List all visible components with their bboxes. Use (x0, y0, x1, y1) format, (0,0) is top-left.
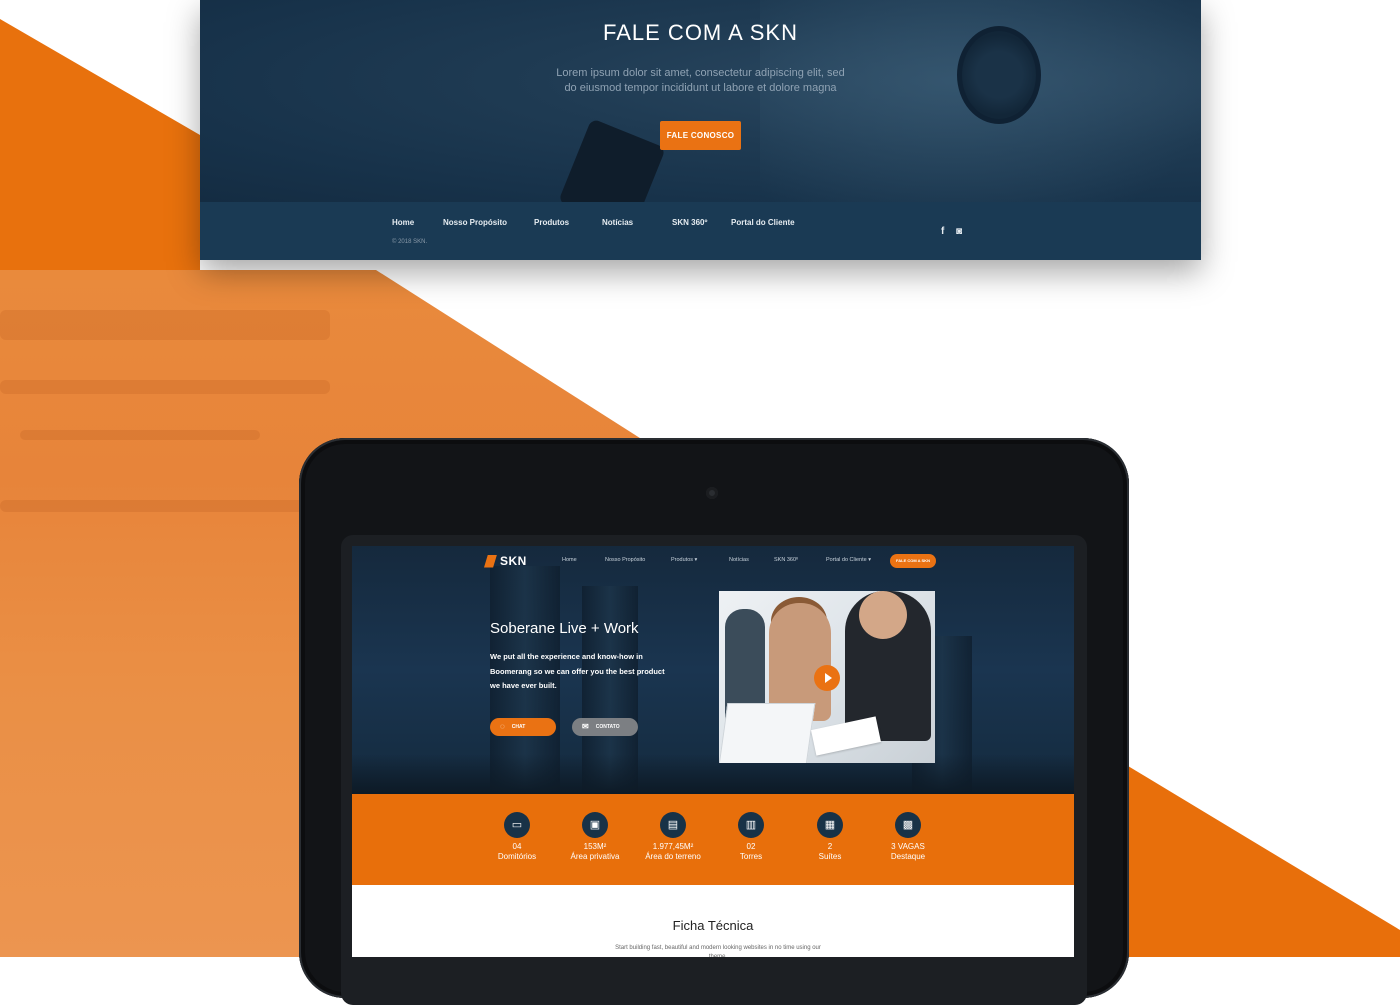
stat-value: 1.977,45M² (652, 842, 694, 851)
nav-proposito[interactable]: Nosso Propósito (605, 557, 645, 563)
top-site-mockup: FALE COM A SKN Lorem ipsum dolor sit ame… (200, 0, 1201, 260)
ficha-text: Start building fast, beautiful and moder… (615, 945, 821, 957)
stat-value: 04 (512, 842, 522, 851)
suite-icon: ▦ (817, 812, 843, 838)
site-footer: Home Nosso Propósito Produtos Notícias S… (200, 202, 1201, 260)
stat-label: Torres (739, 852, 763, 861)
tower-icon: ▥ (738, 812, 764, 838)
product-hero: SKN Home Nosso Propósito Produtos ▾ Notí… (352, 546, 1074, 794)
stat-label: Área do terreno (645, 852, 701, 861)
contact-lead: Lorem ipsum dolor sit amet, consectetur … (556, 67, 845, 94)
phone-graphic (558, 118, 666, 202)
copyright: © 2018 SKN. (392, 239, 428, 245)
nav-portal[interactable]: Portal do Cliente ▾ (826, 557, 871, 563)
skn-logo-mark-icon (484, 554, 497, 568)
land-icon: ▤ (660, 812, 686, 838)
nav-produtos[interactable]: Produtos ▾ (671, 557, 697, 563)
garage-icon: ▩ (895, 812, 921, 838)
ficha-tecnica-section: Ficha Técnica Start building fast, beaut… (352, 885, 1074, 957)
stat-item: ▦ 2 Suítes (790, 812, 870, 862)
footer-link-noticias[interactable]: Notícias (602, 218, 633, 227)
stat-label: Destaque (890, 852, 926, 861)
stat-value: 3 VAGAS (891, 842, 925, 851)
nav-noticias[interactable]: Notícias (729, 557, 749, 563)
hero-description: We put all the experience and know-how i… (490, 652, 665, 690)
stat-item: ▥ 02 Torres (711, 812, 791, 862)
footer-link-produtos[interactable]: Produtos (534, 218, 569, 227)
footer-link-portal[interactable]: Portal do Cliente (731, 218, 795, 227)
play-icon[interactable] (814, 665, 840, 691)
stat-item: ▣ 153M² Área privativa (555, 812, 635, 862)
tablet-screen: SKN Home Nosso Propósito Produtos ▾ Notí… (352, 546, 1074, 957)
features-bar: ▭ 04 Domitórios ▣ 153M² Área privativa ▤… (352, 794, 1074, 885)
chat-label: CHAT (511, 724, 526, 730)
facebook-icon[interactable]: f (941, 226, 944, 237)
chat-bubble-icon: ◌ (500, 722, 505, 731)
stat-item: ▩ 3 VAGAS Destaque (868, 812, 948, 862)
stat-label: Suítes (818, 852, 842, 861)
stat-value: 02 (746, 842, 756, 851)
contact-hero: FALE COM A SKN Lorem ipsum dolor sit ame… (200, 0, 1201, 202)
stat-label: Domitórios (497, 852, 537, 861)
skn-logo-text: SKN (500, 554, 527, 568)
ficha-title: Ficha Técnica (672, 918, 754, 933)
nav-home[interactable]: Home (562, 557, 577, 563)
video-thumbnail[interactable] (719, 591, 935, 763)
fale-conosco-button[interactable]: FALE CONOSCO (660, 121, 741, 150)
instagram-icon[interactable]: ◙ (956, 226, 962, 237)
footer-link-proposito[interactable]: Nosso Propósito (443, 218, 507, 227)
stat-item: ▤ 1.977,45M² Área do terreno (633, 812, 713, 862)
hero-title: Soberane Live + Work (490, 620, 639, 637)
bed-icon: ▭ (504, 812, 530, 838)
chat-button[interactable]: ◌ CHAT (490, 718, 556, 736)
area-icon: ▣ (582, 812, 608, 838)
fale-com-skn-button[interactable]: FALE COM A SKN (890, 554, 936, 568)
stat-value: 153M² (583, 842, 607, 851)
stat-value: 2 (827, 842, 833, 851)
nav-skn360[interactable]: SKN 360º (774, 557, 798, 563)
contato-label: CONTATO (595, 724, 620, 730)
envelope-icon: ✉ (582, 722, 589, 731)
camera-icon (706, 487, 718, 499)
stat-label: Área privativa (570, 852, 620, 861)
skn-logo[interactable]: SKN (484, 554, 527, 568)
footer-link-home[interactable]: Home (392, 218, 414, 227)
footer-link-skn360[interactable]: SKN 360º (672, 218, 707, 227)
contato-button[interactable]: ✉ CONTATO (572, 718, 638, 736)
stat-item: ▭ 04 Domitórios (477, 812, 557, 862)
contact-heading: FALE COM A SKN (603, 20, 798, 45)
